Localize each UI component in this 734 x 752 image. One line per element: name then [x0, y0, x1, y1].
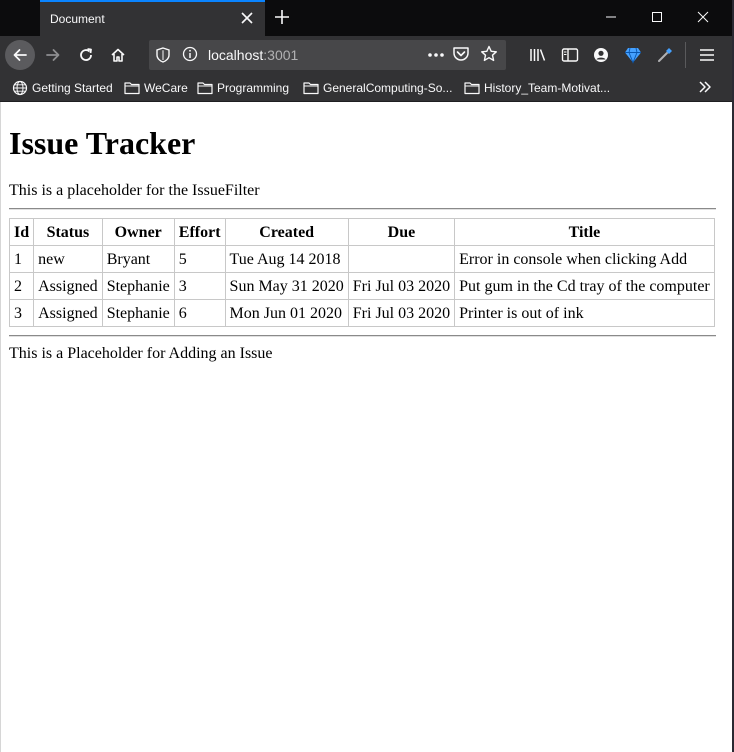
column-header-due: Due [347, 218, 456, 246]
folder-icon [124, 82, 140, 95]
cell-id: 1 [8, 245, 35, 273]
tab-strip: Document [0, 0, 732, 36]
column-header-created: Created [224, 218, 349, 246]
issue-filter-placeholder: This is a placeholder for the IssueFilte… [9, 182, 260, 199]
table-row: 2 Assigned Stephanie 3 Sun May 31 2020 F… [8, 272, 715, 300]
column-header-id: Id [8, 218, 35, 246]
account-icon[interactable] [590, 44, 612, 66]
divider [9, 335, 716, 337]
cell-effort: 6 [173, 299, 226, 327]
cell-id: 2 [8, 272, 35, 300]
bookmark-folder-history-team[interactable]: History_Team-Motivat... [464, 79, 610, 97]
table-row: 1 new Bryant 5 Tue Aug 14 2018 Error in … [8, 245, 715, 273]
cell-status: new [33, 245, 103, 273]
nav-toolbar: localhost:3001 [0, 36, 732, 74]
cell-id: 3 [8, 299, 35, 327]
home-icon[interactable] [103, 40, 133, 70]
cell-status: Assigned [33, 272, 103, 300]
url-port: :3001 [263, 47, 299, 63]
bookmark-label: Getting Started [32, 81, 113, 95]
column-header-effort: Effort [173, 218, 226, 246]
cell-title: Put gum in the Cd tray of the computer [454, 272, 715, 300]
forward-icon[interactable] [38, 40, 68, 70]
table-header-row: Id Status Owner Effort Created Due Title [8, 218, 715, 246]
back-icon[interactable] [5, 40, 35, 70]
minimize-icon[interactable] [588, 0, 634, 34]
cell-title: Printer is out of ink [454, 299, 715, 327]
issue-add-placeholder: This is a Placeholder for Adding an Issu… [9, 345, 273, 362]
new-tab-icon[interactable] [268, 3, 296, 31]
cell-owner: Stephanie [101, 272, 175, 300]
close-tab-icon[interactable] [235, 6, 259, 30]
bookmark-label: Programming [217, 81, 290, 95]
bookmark-label: GeneralComputing-So... [323, 81, 453, 95]
cell-due [347, 245, 456, 273]
cell-title: Error in console when clicking Add [454, 245, 715, 273]
cell-status: Assigned [33, 299, 103, 327]
cell-created: Mon Jun 01 2020 [224, 299, 349, 327]
cell-due: Fri Jul 03 2020 [347, 299, 456, 327]
toolbar-separator [685, 42, 686, 68]
column-header-owner: Owner [101, 218, 175, 246]
folder-icon [464, 82, 480, 95]
reload-icon[interactable] [71, 40, 101, 70]
cell-due: Fri Jul 03 2020 [347, 272, 456, 300]
issue-table: Id Status Owner Effort Created Due Title… [8, 218, 715, 327]
extension-gem-icon[interactable] [622, 44, 644, 66]
folder-icon [303, 82, 319, 95]
bookmark-label: WeCare [144, 81, 188, 95]
site-info-icon[interactable] [182, 46, 198, 67]
page-title: Issue Tracker [9, 125, 196, 161]
library-icon[interactable] [527, 44, 549, 66]
column-header-title: Title [454, 218, 715, 246]
bookmark-getting-started[interactable]: Getting Started [12, 79, 113, 97]
folder-icon [197, 82, 213, 95]
hamburger-menu-icon[interactable] [696, 44, 718, 66]
url-text[interactable]: localhost:3001 [208, 47, 298, 63]
divider [9, 208, 716, 210]
bookmark-star-icon[interactable] [480, 45, 498, 68]
bookmark-folder-generalcomputing[interactable]: GeneralComputing-So... [303, 79, 452, 97]
bookmarks-toolbar: Getting Started WeCare Programming Gener… [0, 74, 732, 102]
window-close-icon[interactable] [680, 0, 726, 34]
table-row: 3 Assigned Stephanie 6 Mon Jun 01 2020 F… [8, 299, 715, 327]
chevron-double-right-icon[interactable] [697, 79, 713, 98]
tab-title: Document [50, 12, 105, 26]
bookmark-label: History_Team-Motivat... [484, 81, 611, 95]
cell-owner: Bryant [101, 245, 175, 273]
cell-effort: 3 [173, 272, 226, 300]
globe-icon [12, 80, 28, 96]
url-host: localhost [208, 47, 264, 63]
bookmark-folder-programming[interactable]: Programming [197, 79, 289, 97]
address-bar[interactable]: localhost:3001 [149, 40, 506, 70]
maximize-icon[interactable] [634, 0, 680, 34]
cell-created: Sun May 31 2020 [224, 272, 349, 300]
extension-dropper-icon[interactable] [654, 44, 676, 66]
tab-document[interactable]: Document [40, 0, 265, 36]
bookmark-folder-wecare[interactable]: WeCare [124, 79, 188, 97]
cell-created: Tue Aug 14 2018 [224, 245, 349, 273]
page-content: Issue Tracker This is a placeholder for … [0, 102, 726, 752]
column-header-status: Status [33, 218, 103, 246]
tracking-shield-icon[interactable] [156, 47, 170, 68]
cell-owner: Stephanie [101, 299, 175, 327]
page-actions-icon[interactable] [425, 44, 447, 66]
cell-effort: 5 [173, 245, 226, 273]
browser-window: Document localhost:3001 Getting Started … [0, 0, 734, 752]
pocket-icon[interactable] [452, 45, 470, 68]
sidebar-icon[interactable] [559, 44, 581, 66]
